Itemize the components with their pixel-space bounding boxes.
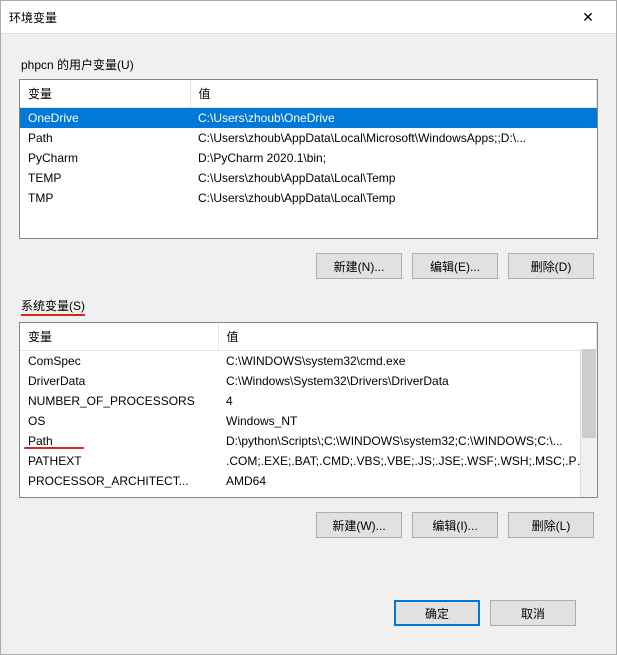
cell-var: Path [20, 128, 190, 148]
sys-new-button[interactable]: 新建(W)... [316, 512, 402, 538]
content-area: phpcn 的用户变量(U) 变量 值 OneDrive C:\Users\zh… [1, 34, 616, 654]
table-row[interactable]: PyCharm D:\PyCharm 2020.1\bin; [20, 148, 597, 168]
sys-vars-table[interactable]: 变量 值 ComSpec C:\WINDOWS\system32\cmd.exe… [20, 323, 597, 491]
cell-var: PROCESSOR_ARCHITECT... [20, 471, 218, 491]
table-row[interactable]: PATHEXT .COM;.EXE;.BAT;.CMD;.VBS;.VBE;.J… [20, 451, 597, 471]
path-highlight: Path [28, 434, 53, 448]
cell-val: C:\Users\zhoub\AppData\Local\Microsoft\W… [190, 128, 597, 148]
ok-button[interactable]: 确定 [394, 600, 480, 626]
sys-col-var[interactable]: 变量 [20, 323, 218, 351]
table-row[interactable]: Path C:\Users\zhoub\AppData\Local\Micros… [20, 128, 597, 148]
user-vars-label: phpcn 的用户变量(U) [21, 56, 598, 73]
cell-val: .COM;.EXE;.BAT;.CMD;.VBS;.VBE;.JS;.JSE;.… [218, 451, 597, 471]
cell-val: AMD64 [218, 471, 597, 491]
dialog-footer: 确定 取消 [19, 582, 598, 644]
table-row[interactable]: OneDrive C:\Users\zhoub\OneDrive [20, 108, 597, 129]
user-col-var[interactable]: 变量 [20, 80, 190, 108]
user-delete-button[interactable]: 删除(D) [508, 253, 594, 279]
close-button[interactable]: ✕ [568, 7, 608, 27]
cell-var: ComSpec [20, 351, 218, 372]
close-icon: ✕ [582, 9, 594, 26]
cancel-button[interactable]: 取消 [490, 600, 576, 626]
sys-delete-button[interactable]: 删除(L) [508, 512, 594, 538]
table-row[interactable]: TMP C:\Users\zhoub\AppData\Local\Temp [20, 188, 597, 208]
table-row[interactable]: PROCESSOR_ARCHITECT... AMD64 [20, 471, 597, 491]
table-row[interactable]: ComSpec C:\WINDOWS\system32\cmd.exe [20, 351, 597, 372]
sys-scrollbar[interactable] [580, 349, 597, 497]
cell-var: PyCharm [20, 148, 190, 168]
cell-var: NUMBER_OF_PROCESSORS [20, 391, 218, 411]
table-row[interactable]: NUMBER_OF_PROCESSORS 4 [20, 391, 597, 411]
user-col-val[interactable]: 值 [190, 80, 597, 108]
table-row[interactable]: OS Windows_NT [20, 411, 597, 431]
env-vars-dialog: 环境变量 ✕ phpcn 的用户变量(U) 变量 值 OneDrive [0, 0, 617, 655]
sys-vars-table-wrap: 变量 值 ComSpec C:\WINDOWS\system32\cmd.exe… [19, 322, 598, 498]
titlebar: 环境变量 ✕ [1, 1, 616, 34]
cell-val: D:\PyCharm 2020.1\bin; [190, 148, 597, 168]
user-new-button[interactable]: 新建(N)... [316, 253, 402, 279]
table-row[interactable]: DriverData C:\Windows\System32\Drivers\D… [20, 371, 597, 391]
user-vars-label-text: phpcn 的用户变量(U) [21, 58, 134, 72]
user-vars-buttons: 新建(N)... 编辑(E)... 删除(D) [19, 253, 594, 279]
table-row[interactable]: Path D:\python\Scripts\;C:\WINDOWS\syste… [20, 431, 597, 451]
user-vars-table[interactable]: 变量 值 OneDrive C:\Users\zhoub\OneDrive Pa… [20, 80, 597, 208]
table-row[interactable]: TEMP C:\Users\zhoub\AppData\Local\Temp [20, 168, 597, 188]
cell-val: Windows_NT [218, 411, 597, 431]
cell-val: C:\Users\zhoub\AppData\Local\Temp [190, 188, 597, 208]
cell-var: PATHEXT [20, 451, 218, 471]
cell-var: OneDrive [20, 108, 190, 129]
cell-val: C:\Users\zhoub\AppData\Local\Temp [190, 168, 597, 188]
window-title: 环境变量 [9, 9, 57, 26]
scrollbar-thumb[interactable] [582, 349, 596, 438]
sys-edit-button[interactable]: 编辑(I)... [412, 512, 498, 538]
cell-var: OS [20, 411, 218, 431]
sys-vars-label: 系统变量(S) [21, 297, 598, 316]
cell-var: DriverData [20, 371, 218, 391]
cell-val: C:\Windows\System32\Drivers\DriverData [218, 371, 597, 391]
sys-vars-buttons: 新建(W)... 编辑(I)... 删除(L) [19, 512, 594, 538]
cell-var: Path [20, 431, 218, 451]
cell-val: C:\Users\zhoub\OneDrive [190, 108, 597, 129]
sys-vars-label-text: 系统变量(S) [21, 297, 85, 316]
cell-var: TMP [20, 188, 190, 208]
cell-val: D:\python\Scripts\;C:\WINDOWS\system32;C… [218, 431, 597, 451]
cell-var: TEMP [20, 168, 190, 188]
user-edit-button[interactable]: 编辑(E)... [412, 253, 498, 279]
sys-col-val[interactable]: 值 [218, 323, 597, 351]
cell-val: 4 [218, 391, 597, 411]
cell-val: C:\WINDOWS\system32\cmd.exe [218, 351, 597, 372]
user-vars-table-wrap: 变量 值 OneDrive C:\Users\zhoub\OneDrive Pa… [19, 79, 598, 239]
